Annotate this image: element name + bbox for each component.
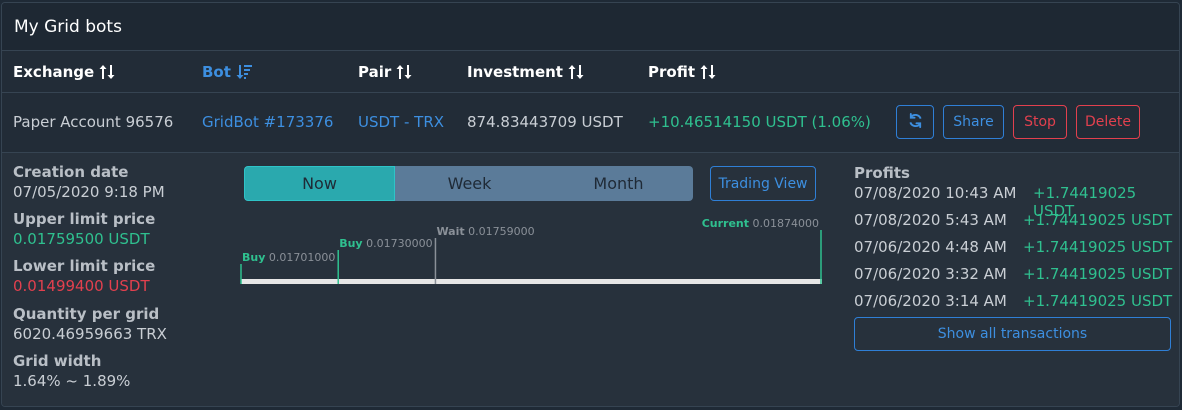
column-header-profit[interactable]: Profit (648, 63, 716, 81)
column-header-bot[interactable]: Bot (202, 63, 252, 81)
panel-header: My Grid bots (2, 3, 1179, 51)
column-label: Investment (467, 63, 563, 81)
column-label: Bot (202, 63, 231, 81)
timeframe-week[interactable]: Week (395, 166, 544, 201)
stop-button[interactable]: Stop (1013, 105, 1067, 139)
grid-level-label-buy: Buy 0.01701000 (242, 251, 335, 264)
exchange-cell: Paper Account 96576 (13, 113, 174, 131)
table-row[interactable]: Paper Account 96576 GridBot #173376 USDT… (2, 93, 1179, 153)
pair-link[interactable]: USDT - TRX (358, 113, 444, 131)
profit-date: 07/06/2020 4:48 AM (854, 238, 1007, 256)
upper-limit-value: 0.01759500 USDT (13, 230, 150, 248)
sort-arrows-icon (568, 64, 584, 80)
lower-limit-value: 0.01499400 USDT (13, 277, 150, 295)
profit-amount: +1.74419025 USDT (1023, 265, 1173, 283)
grid-bots-panel: My Grid bots Exchange Bot Pair Investmen… (1, 2, 1180, 407)
column-label: Exchange (13, 63, 95, 81)
column-label: Pair (358, 63, 392, 81)
column-header-exchange[interactable]: Exchange (13, 63, 115, 81)
column-header-investment[interactable]: Investment (467, 63, 584, 81)
creation-date-value: 07/05/2020 9:18 PM (13, 183, 165, 201)
price-track (241, 279, 822, 284)
grid-width-label: Grid width (13, 352, 102, 370)
grid-level-label-buy: Buy 0.01730000 (339, 237, 432, 250)
profit-cell: +10.46514150 USDT (1.06%) (648, 113, 871, 131)
table-header: Exchange Bot Pair Investment Profit (2, 51, 1179, 93)
profit-date: 07/08/2020 10:43 AM (854, 184, 1017, 202)
delete-button[interactable]: Delete (1076, 105, 1140, 139)
profit-date: 07/06/2020 3:14 AM (854, 292, 1007, 310)
profit-amount: +1.74419025 USDT (1023, 211, 1173, 229)
grid-levels-chart: Buy 0.01701000 Buy 0.01730000 Wait 0.01759… (240, 217, 822, 284)
grid-level-label-wait: Wait 0.01759000 (436, 225, 534, 238)
share-button[interactable]: Share (943, 105, 1004, 139)
timeframe-segmented-control: Now Week Month (244, 166, 693, 201)
timeframe-month[interactable]: Month (544, 166, 693, 201)
trading-view-button[interactable]: Trading View (710, 166, 816, 201)
sort-arrows-icon (700, 64, 716, 80)
sort-descending-icon (236, 64, 252, 80)
profit-amount: +1.74419025 USDT (1023, 292, 1173, 310)
timeframe-now[interactable]: Now (244, 166, 395, 201)
profit-date: 07/08/2020 5:43 AM (854, 211, 1007, 229)
creation-date-label: Creation date (13, 163, 129, 181)
grid-width-value: 1.64% ~ 1.89% (13, 372, 131, 390)
show-all-transactions-button[interactable]: Show all transactions (854, 317, 1171, 351)
panel-title: My Grid bots (14, 16, 122, 37)
sort-arrows-icon (396, 64, 412, 80)
investment-cell: 874.83443709 USDT (467, 113, 623, 131)
lower-limit-label: Lower limit price (13, 257, 156, 275)
profits-title: Profits (854, 164, 910, 182)
profit-date: 07/06/2020 3:32 AM (854, 265, 1007, 283)
column-label: Profit (648, 63, 695, 81)
quantity-per-grid-label: Quantity per grid (13, 305, 160, 323)
refresh-button[interactable] (896, 105, 934, 139)
column-header-pair[interactable]: Pair (358, 63, 412, 81)
grid-level-label-current: Current 0.01874000 (702, 217, 819, 230)
refresh-icon (908, 112, 923, 132)
bot-details: Creation date 07/05/2020 9:18 PM Upper l… (2, 153, 1179, 406)
bot-link[interactable]: GridBot #173376 (202, 113, 333, 131)
quantity-per-grid-value: 6020.46959663 TRX (13, 325, 167, 343)
upper-limit-label: Upper limit price (13, 210, 156, 228)
profit-amount: +1.74419025 USDT (1023, 238, 1173, 256)
sort-arrows-icon (99, 64, 115, 80)
